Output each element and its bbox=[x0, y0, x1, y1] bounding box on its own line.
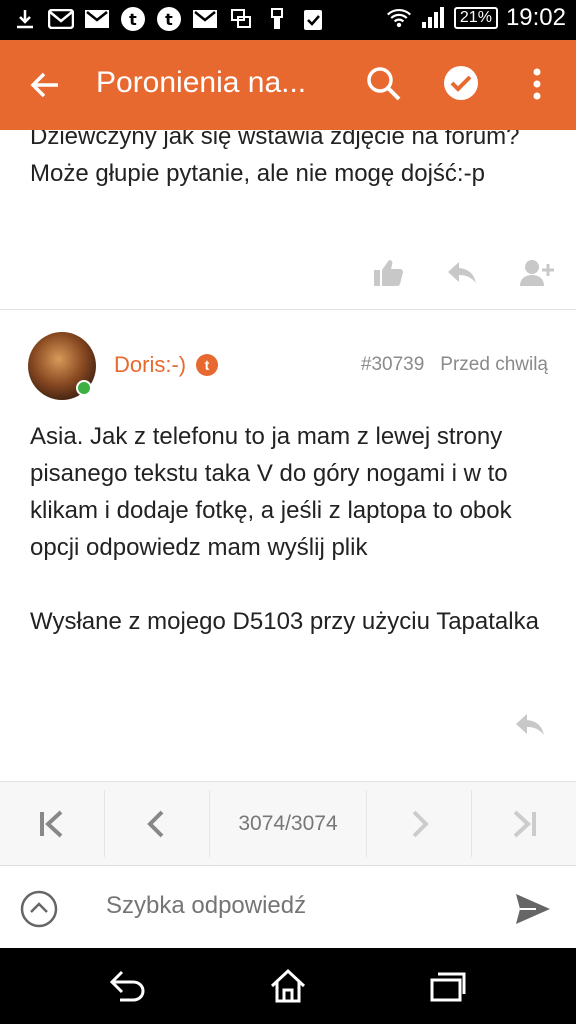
last-page-button[interactable] bbox=[472, 790, 576, 857]
post-meta: #30739 Przed chwilą bbox=[361, 354, 548, 376]
chevron-right-icon bbox=[412, 810, 429, 837]
signal-icon bbox=[420, 5, 446, 31]
like-icon[interactable] bbox=[372, 258, 404, 288]
tapatalk-badge-icon: t bbox=[196, 354, 218, 376]
page-counter[interactable]: 3074/3074 bbox=[210, 790, 367, 857]
post-signature: Wysłane z mojego D5103 przy użyciu Tapat… bbox=[30, 608, 539, 635]
last-page-icon bbox=[513, 810, 536, 837]
tapatalk-icon: t bbox=[120, 6, 146, 32]
post: Doris:-) t #30739 Przed chwilą Asia. Jak… bbox=[0, 312, 576, 782]
wifi-icon bbox=[386, 5, 412, 31]
mail-icon bbox=[48, 6, 74, 32]
page-title: Poronienia na... bbox=[96, 66, 307, 99]
previous-page-button[interactable] bbox=[105, 790, 210, 857]
online-indicator bbox=[76, 380, 92, 396]
app-bar: Poronienia na... bbox=[0, 40, 576, 130]
recent-apps-icon[interactable] bbox=[428, 968, 468, 1004]
next-page-button[interactable] bbox=[367, 790, 472, 857]
post-paragraph: Asia. Jak z telefonu to ja mam z lewej s… bbox=[30, 423, 512, 561]
usb-icon bbox=[264, 6, 290, 32]
post-body: Asia. Jak z telefonu to ja mam z lewej s… bbox=[30, 418, 550, 677]
back-icon[interactable] bbox=[108, 968, 148, 1004]
reply-icon[interactable] bbox=[446, 258, 478, 288]
quick-reply-bar bbox=[0, 866, 576, 948]
home-icon[interactable] bbox=[268, 968, 308, 1004]
back-arrow-icon[interactable] bbox=[28, 68, 62, 102]
post-number: #30739 bbox=[360, 354, 425, 375]
battery-indicator: 21% bbox=[453, 7, 498, 29]
current-page: 3074 bbox=[238, 811, 286, 835]
svg-text:t: t bbox=[129, 10, 137, 29]
pagination-bar: 3074/3074 bbox=[0, 782, 576, 866]
clipboard-check-icon bbox=[300, 6, 326, 32]
mail-icon bbox=[84, 6, 110, 32]
expand-up-icon[interactable] bbox=[20, 890, 58, 928]
previous-post: Dziewczyny jak się wstawia zdjęcie na fo… bbox=[0, 130, 576, 310]
post-body: Dziewczyny jak się wstawia zdjęcie na fo… bbox=[30, 130, 520, 187]
search-icon[interactable] bbox=[366, 66, 402, 102]
post-author[interactable]: Doris:-) bbox=[114, 352, 186, 378]
chevron-left-icon bbox=[147, 810, 164, 837]
download-icon bbox=[12, 6, 38, 32]
tapatalk-icon: t bbox=[156, 6, 182, 32]
svg-text:t: t bbox=[165, 10, 173, 29]
first-page-button[interactable] bbox=[0, 790, 105, 857]
quick-reply-input[interactable] bbox=[106, 892, 486, 920]
post-actions bbox=[372, 258, 554, 288]
total-pages: 3074 bbox=[290, 811, 338, 835]
system-nav-bar bbox=[0, 948, 576, 1024]
send-icon[interactable] bbox=[514, 892, 552, 926]
reply-icon[interactable] bbox=[514, 710, 546, 740]
clock: 19:02 bbox=[505, 4, 566, 31]
post-time: Przed chwilą bbox=[440, 354, 548, 375]
status-bar: t t 21% 19:02 bbox=[0, 0, 576, 40]
check-circle-icon[interactable] bbox=[442, 64, 480, 102]
first-page-icon bbox=[40, 810, 63, 837]
follow-user-icon[interactable] bbox=[520, 258, 554, 288]
mail-icon bbox=[192, 6, 218, 32]
more-vert-icon[interactable] bbox=[524, 66, 550, 102]
screens-icon bbox=[228, 6, 254, 32]
